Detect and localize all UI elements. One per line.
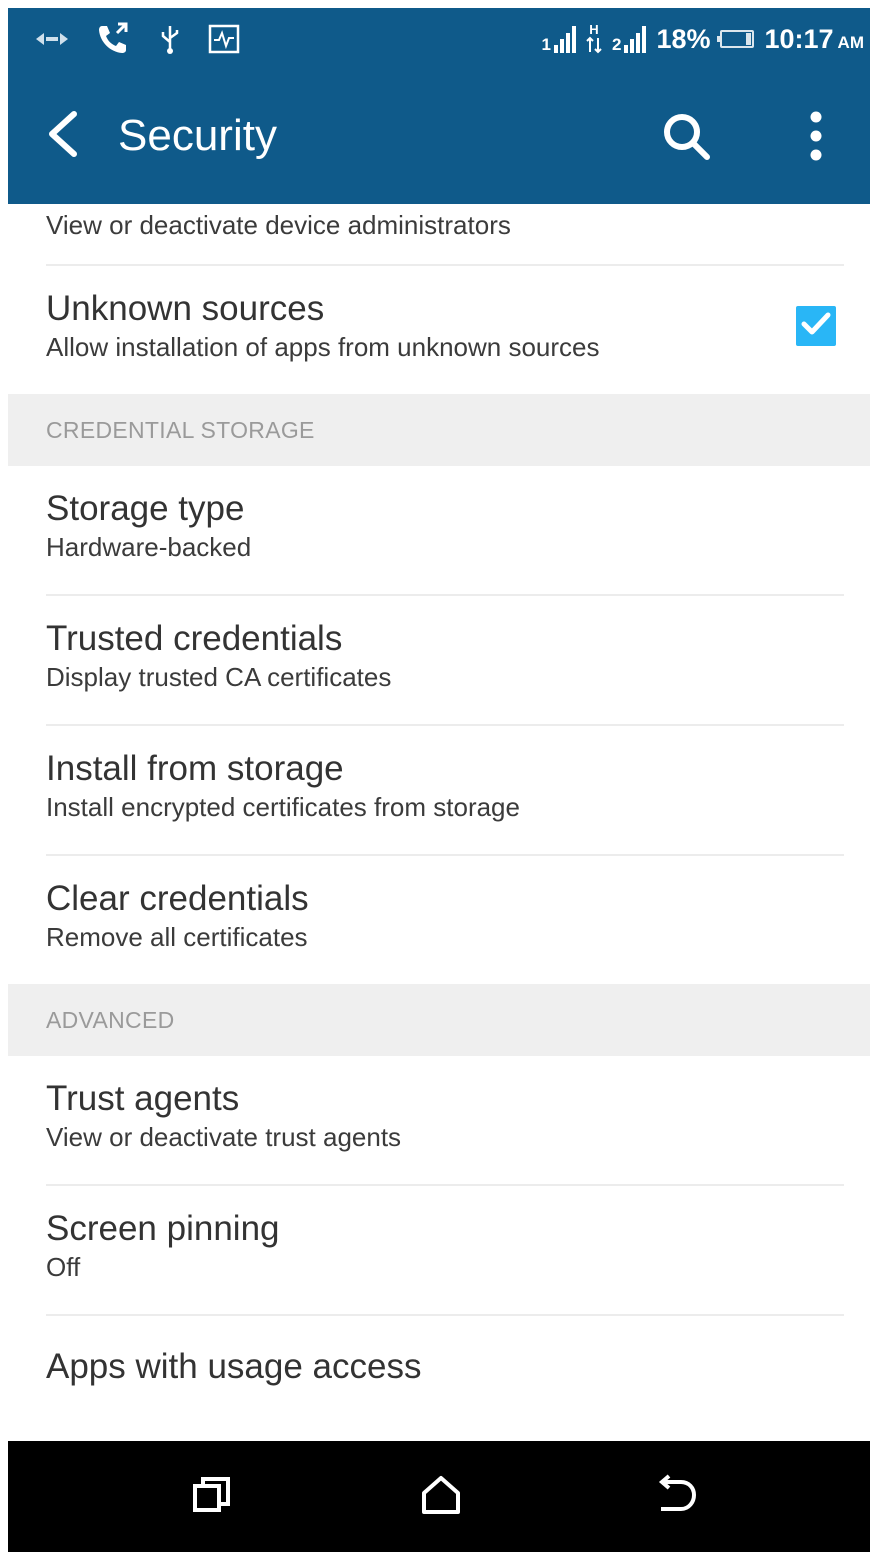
back-button[interactable] [648,1469,704,1525]
trust-agents-item[interactable]: Trust agents View or deactivate trust ag… [8,1056,870,1184]
signal-icon-sim2: 2 [611,25,647,54]
screen-pinning-title: Screen pinning [46,1209,280,1248]
clock-time: 10:17 [764,23,834,54]
unknown-sources-item[interactable]: Unknown sources Allow installation of ap… [8,266,870,394]
section-header-advanced: ADVANCED [8,984,870,1056]
screen-pinning-summary: Off [46,1252,81,1282]
sim2-label: 2 [611,35,622,54]
usb-icon [158,24,182,54]
storage-type-title: Storage type [46,489,245,528]
activity-icon [208,24,240,54]
clear-credentials-title: Clear credentials [46,879,309,918]
search-button[interactable] [654,106,718,170]
battery-icon [717,30,755,48]
back-arrow-button[interactable] [34,106,94,166]
home-icon [419,1474,463,1520]
clear-credentials-item[interactable]: Clear credentials Remove all certificate… [8,856,870,984]
device-screen: 1 H 2 18% 10:17 AM Security View or deac… [8,8,870,1552]
signal-icon: 1 [542,25,576,53]
device-administrators-summary: View or deactivate device administrators [46,210,511,240]
trusted-credentials-title: Trusted credentials [46,619,343,658]
recent-apps-button[interactable] [184,1469,240,1525]
page-title: Security [118,111,277,160]
search-icon [661,111,711,165]
section-header-credential-storage: CREDENTIAL STORAGE [8,394,870,466]
status-bar: 1 H 2 18% 10:17 AM [8,8,870,70]
storage-type-summary: Hardware-backed [46,532,252,562]
hspa-icon: H [586,22,602,54]
screen-pinning-item[interactable]: Screen pinning Off [8,1186,870,1314]
device-administrators-item[interactable]: View or deactivate device administrators [8,204,870,264]
install-from-storage-summary: Install encrypted certificates from stor… [46,792,520,822]
call-icon [96,22,132,56]
status-notification-icons [34,22,240,56]
apps-usage-access-item[interactable]: Apps with usage access [8,1316,870,1406]
more-options-button[interactable] [788,106,844,170]
sim1-label: 1 [541,35,551,54]
clear-credentials-summary: Remove all certificates [46,922,308,952]
unknown-sources-checkbox[interactable] [796,306,836,346]
data-arrows-icon [34,29,70,49]
app-bar: Security [8,70,870,204]
install-from-storage-title: Install from storage [46,749,344,788]
more-vert-icon [809,110,823,166]
back-arrow-icon [44,110,84,162]
unknown-sources-summary: Allow installation of apps from unknown … [46,332,600,362]
navigation-bar [8,1441,870,1552]
battery-percent: 18% [656,23,711,54]
storage-type-item[interactable]: Storage type Hardware-backed [8,466,870,594]
home-button[interactable] [413,1469,469,1525]
back-icon [653,1474,699,1520]
trusted-credentials-item[interactable]: Trusted credentials Display trusted CA c… [8,596,870,724]
settings-list[interactable]: View or deactivate device administrators… [8,204,870,1441]
apps-usage-access-title: Apps with usage access [46,1347,422,1386]
install-from-storage-item[interactable]: Install from storage Install encrypted c… [8,726,870,854]
recent-apps-icon [191,1474,233,1520]
trust-agents-summary: View or deactivate trust agents [46,1122,402,1152]
trusted-credentials-summary: Display trusted CA certificates [46,662,392,692]
unknown-sources-title: Unknown sources [46,289,325,328]
status-system-icons: 1 H 2 18% 10:17 AM [542,20,865,58]
network-type-label: H [589,22,599,37]
trust-agents-title: Trust agents [46,1079,240,1118]
checkmark-icon [801,311,831,341]
clock-ampm: AM [837,32,864,52]
